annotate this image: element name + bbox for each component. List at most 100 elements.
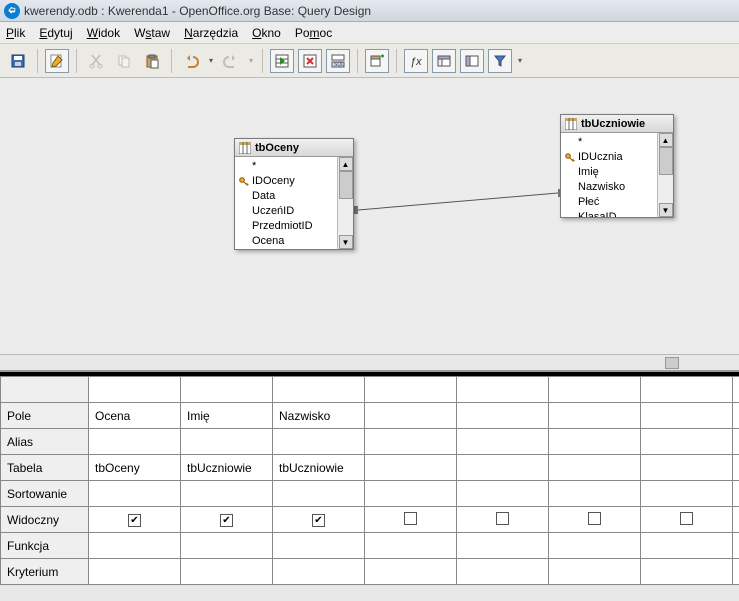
cell-kryterium[interactable] [89,559,181,585]
save-icon[interactable] [6,49,30,73]
table-name-icon[interactable] [432,49,456,73]
cell-visible[interactable] [733,507,739,533]
cell-funkcja[interactable] [457,533,549,559]
functions-icon[interactable]: ƒx [404,49,428,73]
alias-icon[interactable] [460,49,484,73]
field-item[interactable]: Ocena [239,234,333,249]
redo-icon[interactable] [219,49,243,73]
field-list-uczniowie[interactable]: *IDUczniaImięNazwiskoPłećKlasaID [561,133,657,217]
scroll-thumb[interactable] [665,357,679,369]
cell-alias[interactable] [641,429,733,455]
scroll-down-icon[interactable]: ▼ [339,235,353,249]
field-item[interactable]: PrzedmiotID [239,219,333,234]
scrollbar[interactable]: ▲ ▼ [337,157,353,249]
cell-visible[interactable] [365,507,457,533]
cell-alias[interactable] [365,429,457,455]
checkbox-icon[interactable] [588,512,601,525]
menu-edytuj[interactable]: Edytuj [39,26,72,40]
field-item[interactable]: Data [239,189,333,204]
table-window-oceny[interactable]: tbOceny *IDOcenyDataUczeńIDPrzedmiotIDOc… [234,138,354,250]
field-item[interactable]: Imię [565,165,653,180]
cell-pole[interactable]: Nazwisko [273,403,365,429]
cell-funkcja[interactable] [641,533,733,559]
cell-alias[interactable] [273,429,365,455]
redo-dropdown[interactable]: ▾ [247,49,255,73]
col-head[interactable] [549,377,641,403]
cell-pole[interactable] [365,403,457,429]
cell-funkcja[interactable] [733,533,739,559]
scroll-up-icon[interactable]: ▲ [339,157,353,171]
cell-kryterium[interactable] [273,559,365,585]
checkbox-icon[interactable] [312,514,325,527]
cell-tabela[interactable] [733,455,739,481]
col-head[interactable] [641,377,733,403]
cell-kryterium[interactable] [641,559,733,585]
field-item[interactable]: IDOceny [239,174,333,189]
menu-pomoc[interactable]: Pomoc [295,26,332,40]
scroll-up-icon[interactable]: ▲ [659,133,673,147]
cell-pole[interactable] [733,403,739,429]
col-head[interactable] [273,377,365,403]
relation-design-area[interactable]: tbOceny *IDOcenyDataUczeńIDPrzedmiotIDOc… [0,78,739,372]
cell-funkcja[interactable] [549,533,641,559]
menu-narzedzia[interactable]: Narzędzia [184,26,238,40]
clear-query-icon[interactable] [298,49,322,73]
run-query-icon[interactable] [270,49,294,73]
checkbox-icon[interactable] [404,512,417,525]
menu-widok[interactable]: Widok [87,26,120,40]
field-item[interactable]: Nazwisko [565,180,653,195]
cell-alias[interactable] [549,429,641,455]
field-list-oceny[interactable]: *IDOcenyDataUczeńIDPrzedmiotIDOcena [235,157,337,249]
cell-kryterium[interactable] [365,559,457,585]
cell-funkcja[interactable] [273,533,365,559]
scroll-thumb[interactable] [659,147,673,175]
paste-icon[interactable] [140,49,164,73]
cell-tabela[interactable]: tbUczniowie [273,455,365,481]
col-head[interactable] [457,377,549,403]
cell-pole[interactable]: Imię [181,403,273,429]
cell-kryterium[interactable] [549,559,641,585]
table-title-oceny[interactable]: tbOceny [235,139,353,157]
col-head[interactable] [365,377,457,403]
table-title-uczniowie[interactable]: tbUczniowie [561,115,673,133]
field-item[interactable]: UczeńID [239,204,333,219]
col-head[interactable] [181,377,273,403]
design-hscroll[interactable] [0,354,739,370]
cell-funkcja[interactable] [89,533,181,559]
cell-kryterium[interactable] [733,559,739,585]
col-head[interactable] [89,377,181,403]
cell-visible[interactable] [89,507,181,533]
undo-dropdown[interactable]: ▾ [207,49,215,73]
menu-wstaw[interactable]: Wstaw [134,26,170,40]
cell-kryterium[interactable] [457,559,549,585]
query-grid[interactable]: Pole Ocena Imię Nazwisko Alias Tabela tb… [0,376,739,585]
cell-alias[interactable] [457,429,549,455]
checkbox-icon[interactable] [496,512,509,525]
field-item[interactable]: * [239,159,333,174]
cell-pole[interactable]: Ocena [89,403,181,429]
cell-tabela[interactable]: tbUczniowie [181,455,273,481]
cell-sort[interactable] [641,481,733,507]
cell-sort[interactable] [273,481,365,507]
cell-visible[interactable] [181,507,273,533]
cell-pole[interactable] [641,403,733,429]
checkbox-icon[interactable] [220,514,233,527]
field-item[interactable]: * [565,135,653,150]
cell-sort[interactable] [457,481,549,507]
cell-pole[interactable] [549,403,641,429]
cell-alias[interactable] [181,429,273,455]
cell-kryterium[interactable] [181,559,273,585]
menu-plik[interactable]: Plik [6,26,25,40]
toolbar-overflow[interactable]: ▾ [516,49,524,73]
design-sql-toggle-icon[interactable]: SQL [326,49,350,73]
cell-visible[interactable] [549,507,641,533]
checkbox-icon[interactable] [680,512,693,525]
scrollbar[interactable]: ▲ ▼ [657,133,673,217]
cell-visible[interactable] [457,507,549,533]
cell-tabela[interactable]: tbOceny [89,455,181,481]
cell-tabela[interactable] [457,455,549,481]
field-item[interactable]: Płeć [565,195,653,210]
cell-visible[interactable] [641,507,733,533]
undo-icon[interactable] [179,49,203,73]
distinct-values-icon[interactable] [488,49,512,73]
